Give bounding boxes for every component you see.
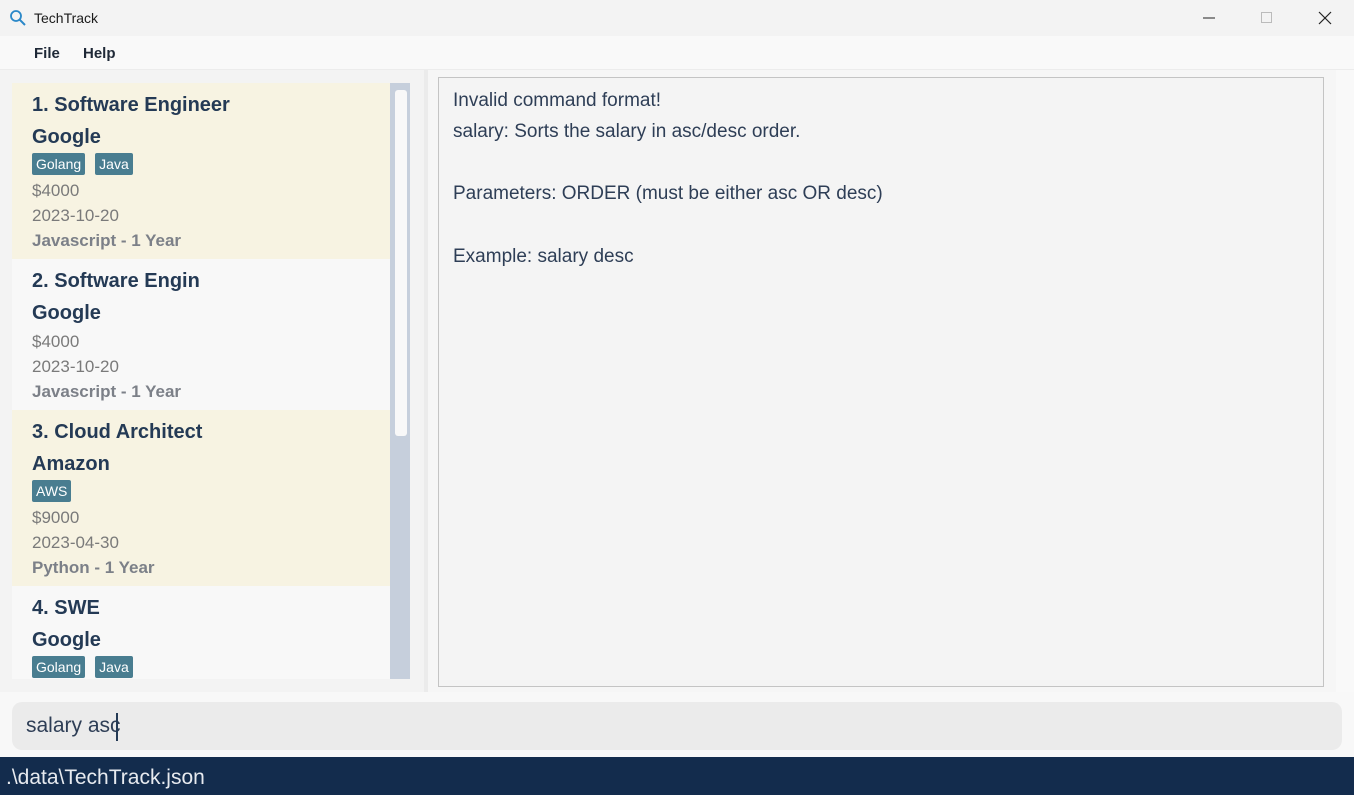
status-bar: .\data\TechTrack.json — [0, 757, 1354, 795]
job-company: Amazon — [32, 453, 110, 475]
job-title: 3. Cloud Architect — [32, 421, 203, 443]
save-file-path: .\data\TechTrack.json — [6, 766, 205, 789]
job-list[interactable]: 1. Software Engineer Google Golang Java … — [12, 83, 390, 679]
job-title: 1. Software Engineer — [32, 94, 230, 116]
magnifier-icon — [9, 9, 27, 27]
text-caret — [116, 713, 118, 741]
job-card[interactable]: 3. Cloud Architect Amazon AWS $9000 2023… — [12, 410, 390, 586]
window-title: TechTrack — [34, 10, 99, 26]
job-deadline: 2023-04-30 — [32, 533, 119, 552]
command-input[interactable] — [12, 702, 1342, 750]
job-tags: Golang Java — [32, 656, 133, 678]
job-title: 2. Software Engin — [32, 270, 200, 292]
job-deadline: 2023-10-20 — [32, 206, 119, 225]
title-bar: TechTrack — [0, 0, 1354, 36]
job-salary: $4000 — [32, 332, 80, 351]
result-line: Example: salary desc — [453, 246, 634, 267]
result-display[interactable]: Invalid command format! salary: Sorts th… — [438, 77, 1324, 687]
job-title: 4. SWE — [32, 597, 100, 619]
tag-badge: AWS — [32, 480, 72, 502]
job-experience: Javascript - 1 Year — [32, 231, 182, 250]
menu-help[interactable]: Help — [83, 45, 116, 62]
job-card[interactable]: 2. Software Engin Google $4000 2023-10-2… — [12, 259, 390, 410]
menu-bar: File Help — [0, 36, 1354, 70]
close-button[interactable] — [1296, 0, 1354, 36]
result-line: salary: Sorts the salary in asc/desc ord… — [453, 121, 801, 142]
menu-file[interactable]: File — [34, 45, 60, 62]
tag-badge: Golang — [32, 153, 86, 175]
tag-badge: Golang — [32, 656, 86, 678]
job-tags: AWS — [32, 480, 72, 502]
job-salary: $9000 — [32, 508, 80, 527]
maximize-button[interactable] — [1238, 0, 1296, 36]
close-icon — [1318, 11, 1332, 25]
list-scrollbar-thumb[interactable] — [395, 90, 407, 436]
job-card[interactable]: 4. SWE Google Golang Java — [12, 586, 390, 679]
result-scrollbar[interactable] — [1336, 70, 1354, 692]
job-card[interactable]: 1. Software Engineer Google Golang Java … — [12, 83, 390, 259]
maximize-icon — [1260, 11, 1274, 25]
minimize-button[interactable] — [1180, 0, 1238, 36]
job-company: Google — [32, 629, 101, 651]
job-list-pane: 1. Software Engineer Google Golang Java … — [0, 70, 424, 692]
job-salary: $4000 — [32, 181, 80, 200]
job-experience: Python - 1 Year — [32, 558, 155, 577]
job-company: Google — [32, 302, 101, 324]
job-company: Google — [32, 126, 101, 148]
tag-badge: Java — [95, 153, 133, 175]
result-line: Invalid command format! — [453, 90, 662, 111]
tag-badge: Java — [95, 656, 133, 678]
minimize-icon — [1202, 11, 1216, 25]
result-line: Parameters: ORDER (must be either asc OR… — [453, 183, 883, 204]
job-deadline: 2023-10-20 — [32, 357, 119, 376]
job-experience: Javascript - 1 Year — [32, 382, 182, 401]
job-tags: Golang Java — [32, 153, 133, 175]
